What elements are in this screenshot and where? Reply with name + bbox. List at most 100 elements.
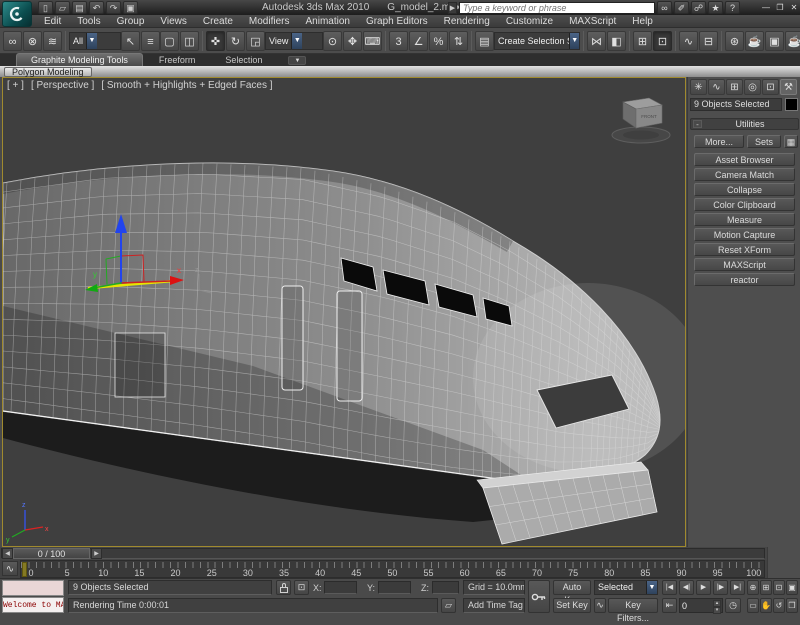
panel-selection-field[interactable]: 9 Objects Selected <box>690 98 782 111</box>
open-file-icon[interactable]: ▱ <box>55 1 70 14</box>
search-input[interactable] <box>459 2 655 14</box>
select-and-rotate-icon[interactable]: ↻ <box>226 31 245 51</box>
next-frame-button[interactable]: |▶ <box>713 580 728 595</box>
search-topics-arrow[interactable]: ▶ <box>448 2 457 14</box>
configure-sets-icon[interactable]: ▦ <box>784 135 798 148</box>
more-button[interactable]: More... <box>694 135 744 148</box>
snap-toggle-3d-icon[interactable]: 3 <box>389 31 408 51</box>
align-icon[interactable]: ◧ <box>607 31 626 51</box>
x-coord-input[interactable] <box>324 581 357 594</box>
track-bar[interactable]: ∿ 05101520253035404550556065707580859095… <box>0 560 767 578</box>
select-and-scale-icon[interactable]: ◲ <box>246 31 265 51</box>
menu-tools[interactable]: Tools <box>69 16 108 27</box>
ribbon-minimize-icon[interactable]: ▼ <box>288 56 306 65</box>
set-key-button[interactable]: Set Key <box>553 598 591 613</box>
select-and-manipulate-icon[interactable]: ✥ <box>343 31 362 51</box>
utilities-rollout-header[interactable]: - Utilities <box>690 118 799 130</box>
curve-editor-icon[interactable]: ∿ <box>679 31 698 51</box>
use-pivot-center-icon[interactable]: ⊙ <box>323 31 342 51</box>
close-button[interactable]: ✕ <box>788 2 800 13</box>
zoom-icon[interactable]: ⊕ <box>747 580 759 595</box>
z-coord-input[interactable] <box>432 581 459 594</box>
keyboard-override-icon[interactable]: ⌨ <box>363 31 382 51</box>
viewport-shading-menu[interactable]: [ Smooth + Highlights + Edged Faces ] <box>101 80 272 91</box>
object-color-swatch[interactable] <box>785 98 798 111</box>
select-and-link-icon[interactable]: ∞ <box>3 31 22 51</box>
next-frame-arrow[interactable]: ▶ <box>91 548 102 559</box>
schematic-view-icon[interactable]: ⊟ <box>699 31 718 51</box>
orbit-icon[interactable]: ↺ <box>773 598 785 613</box>
reset-xform-button[interactable]: Reset XForm <box>694 243 795 256</box>
wand-icon[interactable]: ✐ <box>674 1 689 14</box>
percent-snap-icon[interactable]: % <box>429 31 448 51</box>
window-crossing-icon[interactable]: ◫ <box>180 31 199 51</box>
motion-capture-button[interactable]: Motion Capture <box>694 228 795 241</box>
key-mode-toggle-icon[interactable]: ⇤ <box>662 598 677 613</box>
train-model[interactable] <box>3 163 685 544</box>
reactor-button[interactable]: reactor <box>694 273 795 286</box>
isolate-selection-icon[interactable]: ▱ <box>441 598 456 613</box>
track-bar-ruler[interactable]: 0510152025303540455055606570758085909510… <box>20 560 765 578</box>
render-setup-icon[interactable]: ☕ <box>745 31 764 51</box>
mini-curve-editor-button[interactable]: ∿ <box>2 561 18 576</box>
viewcube[interactable]: FRONT <box>612 98 670 143</box>
menu-help[interactable]: Help <box>624 16 661 27</box>
menu-create[interactable]: Create <box>195 16 241 27</box>
create-tab-icon[interactable]: ✳ <box>690 79 707 95</box>
maxscript-button[interactable]: MAXScript <box>694 258 795 271</box>
hierarchy-tab-icon[interactable]: ⊞ <box>726 79 743 95</box>
key-filters-button[interactable]: Key Filters... <box>608 598 658 613</box>
utilities-tab-icon[interactable]: ⚒ <box>780 79 797 95</box>
rendered-frame-icon[interactable]: ▣ <box>765 31 784 51</box>
zoom-extents-icon[interactable]: ⊡ <box>773 580 785 595</box>
modify-tab-icon[interactable]: ∿ <box>708 79 725 95</box>
menu-views[interactable]: Views <box>152 16 195 27</box>
restore-button[interactable]: ❐ <box>774 2 786 13</box>
previous-frame-arrow[interactable]: ◀ <box>2 548 13 559</box>
time-slider-handle[interactable]: 0 / 100 <box>13 548 90 559</box>
3ds-max-logo[interactable] <box>2 1 32 27</box>
named-selection-sets-dropdown[interactable]: Create Selection Se ▼ <box>494 32 580 50</box>
material-editor-icon[interactable]: ⊛ <box>725 31 744 51</box>
absolute-offset-mode-icon[interactable]: ⊡ <box>294 580 309 595</box>
angle-snap-icon[interactable]: ∠ <box>409 31 428 51</box>
key-filter-dropdown[interactable]: Selected ▼ <box>594 580 658 595</box>
go-to-end-button[interactable]: ▶| <box>730 580 745 595</box>
viewport-canvas[interactable]: FRONT x y z <box>3 78 685 546</box>
menu-rendering[interactable]: Rendering <box>436 16 498 27</box>
menu-graph-editors[interactable]: Graph Editors <box>358 16 436 27</box>
time-configuration-icon[interactable]: ◷ <box>725 598 741 613</box>
project-folder-icon[interactable]: ▣ <box>123 1 138 14</box>
bind-to-space-warp-icon[interactable]: ≋ <box>43 31 62 51</box>
time-slider-track[interactable] <box>1 548 765 559</box>
y-coord-input[interactable] <box>378 581 411 594</box>
maximize-viewport-icon[interactable]: ❒ <box>786 598 798 613</box>
sets-button[interactable]: Sets <box>747 135 781 148</box>
perspective-viewport[interactable]: [ + ] [ Perspective ] [ Smooth + Highlig… <box>2 77 686 547</box>
maxscript-listener-output[interactable]: Welcome to MAX! <box>2 597 64 613</box>
go-to-start-button[interactable]: |◀ <box>662 580 677 595</box>
rollout-collapse-icon[interactable]: - <box>693 120 702 128</box>
redo-icon[interactable]: ↷ <box>106 1 121 14</box>
select-and-move-icon[interactable]: ✜ <box>206 31 225 51</box>
menu-modifiers[interactable]: Modifiers <box>241 16 298 27</box>
minimize-button[interactable]: — <box>760 2 772 13</box>
menu-customize[interactable]: Customize <box>498 16 561 27</box>
motion-tab-icon[interactable]: ◎ <box>744 79 761 95</box>
tab-selection[interactable]: Selection <box>211 54 276 66</box>
menu-group[interactable]: Group <box>109 16 153 27</box>
menu-maxscript[interactable]: MAXScript <box>561 16 624 27</box>
current-frame-field[interactable]: ▴ ▾ <box>679 598 723 613</box>
set-keys-button[interactable] <box>528 580 550 613</box>
undo-icon[interactable]: ↶ <box>89 1 104 14</box>
mirror-icon[interactable]: ⋈ <box>587 31 606 51</box>
select-by-name-icon[interactable]: ≡ <box>141 31 160 51</box>
favorites-star-icon[interactable]: ★ <box>708 1 723 14</box>
previous-frame-button[interactable]: ◀| <box>679 580 694 595</box>
display-tab-icon[interactable]: ⊡ <box>762 79 779 95</box>
spinner-snap-icon[interactable]: ⇅ <box>449 31 468 51</box>
time-slider[interactable]: ◀ 0 / 100 ▶ <box>0 547 767 560</box>
spinner-down-icon[interactable]: ▾ <box>713 607 721 614</box>
new-file-icon[interactable]: ▯ <box>38 1 53 14</box>
selection-filter-dropdown[interactable]: All ▼ <box>69 32 121 50</box>
